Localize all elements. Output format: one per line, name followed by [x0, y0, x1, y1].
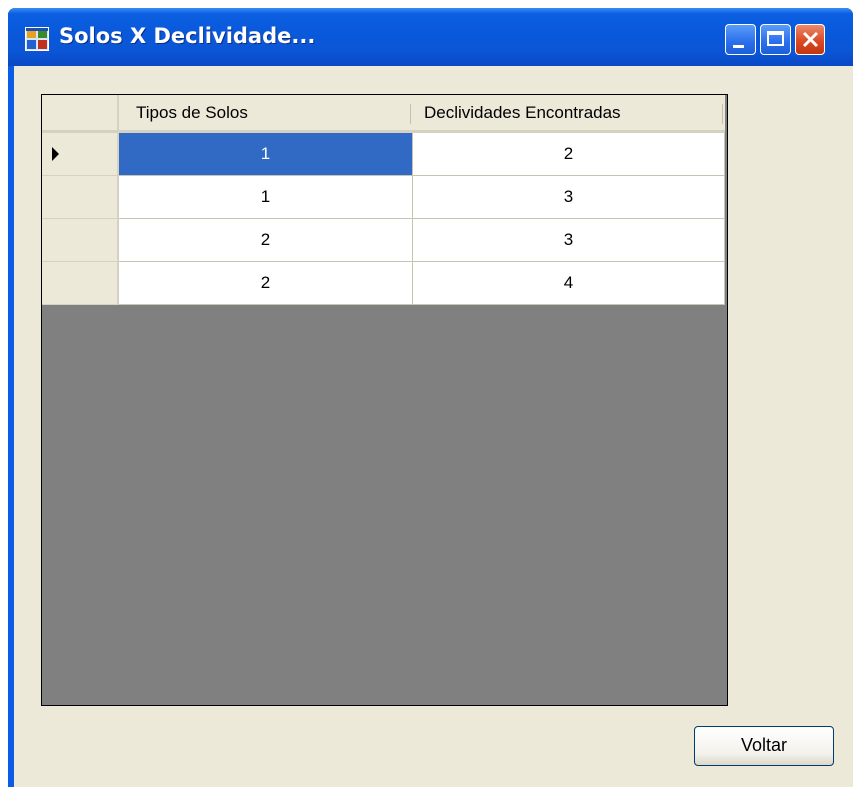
close-icon: [802, 31, 819, 48]
table-row[interactable]: 1 2: [42, 133, 725, 176]
form-client-area: Tipos de Solos Declividades Encontradas …: [14, 66, 853, 787]
table-row[interactable]: 1 3: [42, 176, 725, 219]
minimize-icon: [733, 45, 744, 48]
maximize-icon: [767, 31, 784, 46]
cell-tipos-de-solos[interactable]: 2: [119, 219, 413, 262]
cell-declividades-encontradas[interactable]: 3: [413, 176, 725, 219]
close-button[interactable]: [795, 24, 825, 55]
cell-tipos-de-solos[interactable]: 2: [119, 262, 413, 305]
column-header-tipos-de-solos[interactable]: Tipos de Solos: [119, 95, 413, 133]
cell-declividades-encontradas[interactable]: 4: [413, 262, 725, 305]
cell-tipos-de-solos[interactable]: 1: [119, 176, 413, 219]
row-header[interactable]: [42, 176, 119, 219]
data-grid-view[interactable]: Tipos de Solos Declividades Encontradas …: [41, 94, 728, 706]
voltar-button[interactable]: Voltar: [694, 726, 834, 766]
table-row[interactable]: 2 4: [42, 262, 725, 305]
cell-tipos-de-solos[interactable]: 1: [119, 133, 413, 176]
windows-app-icon: [25, 27, 49, 51]
maximize-button[interactable]: [760, 24, 791, 55]
grid-corner-header[interactable]: [42, 95, 119, 133]
cell-declividades-encontradas[interactable]: 2: [413, 133, 725, 176]
row-header[interactable]: [42, 133, 119, 176]
row-header[interactable]: [42, 262, 119, 305]
column-header-declividades-encontradas[interactable]: Declividades Encontradas: [413, 95, 725, 133]
minimize-button[interactable]: [725, 24, 756, 55]
row-header[interactable]: [42, 219, 119, 262]
window-title: Solos X Declividade...: [59, 24, 316, 48]
current-row-arrow-icon: [52, 147, 59, 161]
title-bar[interactable]: Solos X Declividade...: [8, 8, 853, 66]
table-row[interactable]: 2 3: [42, 219, 725, 262]
grid-header: Tipos de Solos Declividades Encontradas: [42, 95, 727, 133]
app-window: Solos X Declividade... Tipos de Solos De…: [8, 8, 853, 787]
cell-declividades-encontradas[interactable]: 3: [413, 219, 725, 262]
